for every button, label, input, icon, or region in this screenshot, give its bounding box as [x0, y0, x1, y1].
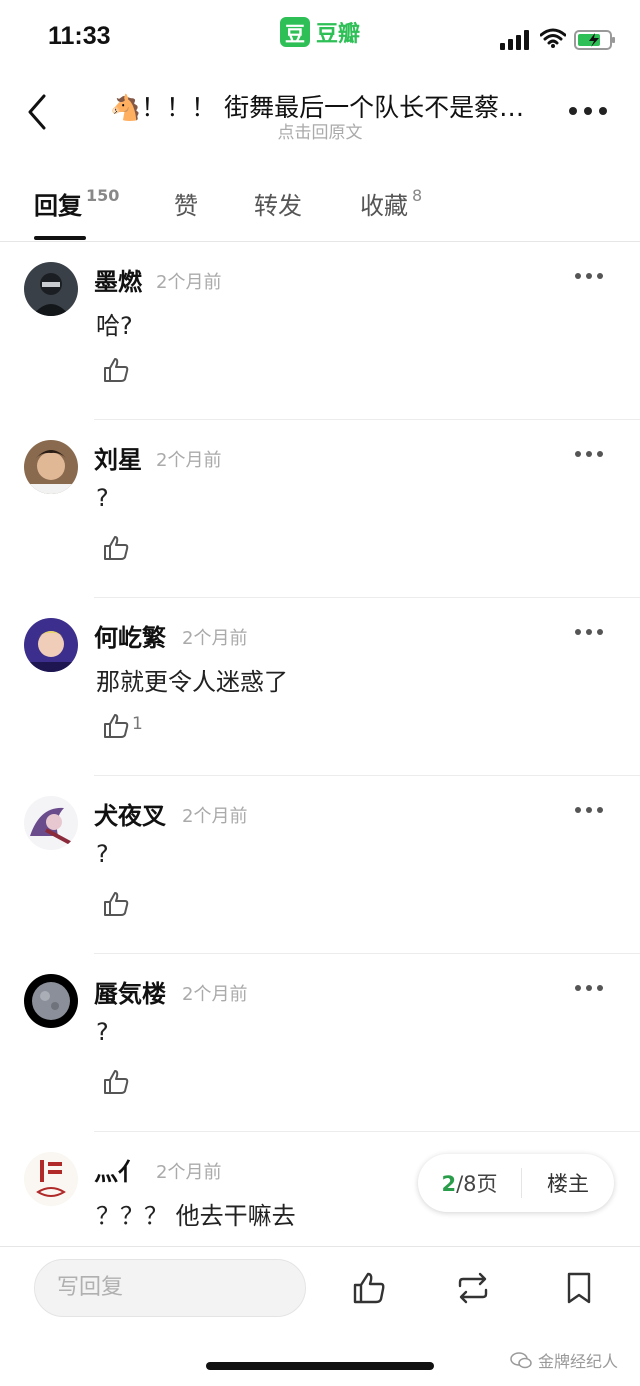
comment-text: 哈? — [96, 312, 133, 340]
tab-label: 转发 — [254, 192, 302, 220]
tab-collections[interactable]: 收藏 8 — [360, 186, 422, 221]
tab-count: 150 — [86, 186, 120, 205]
commenter-name[interactable]: 犬夜叉 — [94, 796, 166, 831]
host-only-button[interactable]: 楼主 — [522, 1168, 614, 1198]
thumbs-up-icon[interactable] — [102, 534, 130, 562]
comment-item: 犬夜叉 2个月前 ? — [0, 776, 640, 954]
watermark-text: 金牌经纪人 — [538, 1352, 619, 1371]
cellular-signal-icon — [500, 30, 529, 50]
app-badge: 豆 豆瓣 — [280, 16, 360, 48]
tab-likes[interactable]: 赞 — [174, 186, 198, 221]
more-options-icon[interactable] — [568, 106, 608, 116]
comment-more-icon[interactable] — [574, 806, 604, 814]
avatar[interactable] — [24, 440, 78, 494]
page-indicator[interactable]: 2/8页 — [418, 1168, 522, 1198]
current-page: 2 — [441, 1172, 457, 1196]
avatar[interactable] — [24, 618, 78, 672]
status-time: 11:33 — [48, 22, 111, 50]
battery-charging-icon — [574, 30, 615, 50]
tab-label: 收藏 — [360, 192, 408, 220]
tab-replies[interactable]: 回复 150 — [34, 186, 119, 221]
back-to-original-link[interactable]: 点击回原文 — [0, 118, 640, 143]
bookmark-icon[interactable] — [562, 1271, 596, 1305]
commenter-name[interactable]: 灬亻 — [94, 1152, 142, 1187]
comment-time: 2个月前 — [182, 806, 248, 827]
comment-text: ? — [96, 1018, 109, 1046]
watermark: 金牌经纪人 — [510, 1348, 618, 1372]
active-tab-indicator — [34, 236, 86, 240]
thumbs-up-icon[interactable] — [102, 712, 130, 740]
post-tabs: 回复 150 赞 转发 收藏 8 — [0, 178, 640, 242]
comment-time: 2个月前 — [156, 450, 222, 471]
thumbs-up-icon[interactable] — [102, 356, 130, 384]
thumbs-up-icon[interactable] — [102, 890, 130, 918]
comment-time: 2个月前 — [182, 628, 248, 649]
tab-label: 赞 — [174, 192, 198, 220]
comment-text: ？？？ 他去干嘛去 — [96, 1202, 296, 1230]
comment-text: 那就更令人迷惑了 — [96, 668, 288, 696]
commenter-name[interactable]: 蜃気楼 — [94, 974, 166, 1009]
avatar[interactable] — [24, 1152, 78, 1206]
tab-reposts[interactable]: 转发 — [254, 186, 302, 221]
repost-icon[interactable] — [456, 1271, 490, 1305]
like-count: 1 — [132, 714, 143, 734]
comment-more-icon[interactable] — [574, 628, 604, 636]
tab-count: 8 — [412, 186, 423, 205]
commenter-name[interactable]: 刘星 — [94, 440, 142, 475]
app-name: 豆瓣 — [316, 22, 361, 47]
thumbs-up-icon[interactable] — [352, 1271, 386, 1305]
comment-more-icon[interactable] — [574, 272, 604, 280]
comment-more-icon[interactable] — [574, 984, 604, 992]
total-pages: /8页 — [456, 1172, 498, 1196]
comment-text: ? — [96, 484, 109, 512]
bottom-action-bar: 写回复 — [0, 1246, 640, 1336]
commenter-name[interactable]: 何屹繁 — [94, 618, 166, 653]
comment-item: 刘星 2个月前 ? — [0, 420, 640, 598]
status-bar: 11:33 豆 豆瓣 — [0, 0, 640, 70]
comment-text: ? — [96, 840, 109, 868]
commenter-name[interactable]: 墨燃 — [94, 262, 142, 297]
comment-time: 2个月前 — [156, 1162, 222, 1183]
wechat-icon — [510, 1352, 532, 1369]
home-indicator[interactable] — [206, 1362, 434, 1370]
comment-more-icon[interactable] — [574, 450, 604, 458]
comment-time: 2个月前 — [156, 272, 222, 293]
comment-time: 2个月前 — [182, 984, 248, 1005]
comment-item: 蜃気楼 2个月前 ? — [0, 954, 640, 1132]
douban-logo-icon: 豆 — [280, 17, 310, 47]
tab-label: 回复 — [34, 192, 82, 220]
wifi-icon — [540, 28, 566, 48]
thumbs-up-icon[interactable] — [102, 1068, 130, 1096]
reply-input[interactable]: 写回复 — [34, 1259, 306, 1317]
page-navigator: 2/8页 楼主 — [418, 1154, 614, 1212]
comment-item: 何屹繁 2个月前 那就更令人迷惑了 1 — [0, 598, 640, 776]
avatar[interactable] — [24, 796, 78, 850]
avatar[interactable] — [24, 262, 78, 316]
post-header: 🐴！！！ 街舞最后一个队长不是蔡… 点击回原文 — [0, 70, 640, 150]
avatar[interactable] — [24, 974, 78, 1028]
comment-item: 墨燃 2个月前 哈? — [0, 242, 640, 420]
